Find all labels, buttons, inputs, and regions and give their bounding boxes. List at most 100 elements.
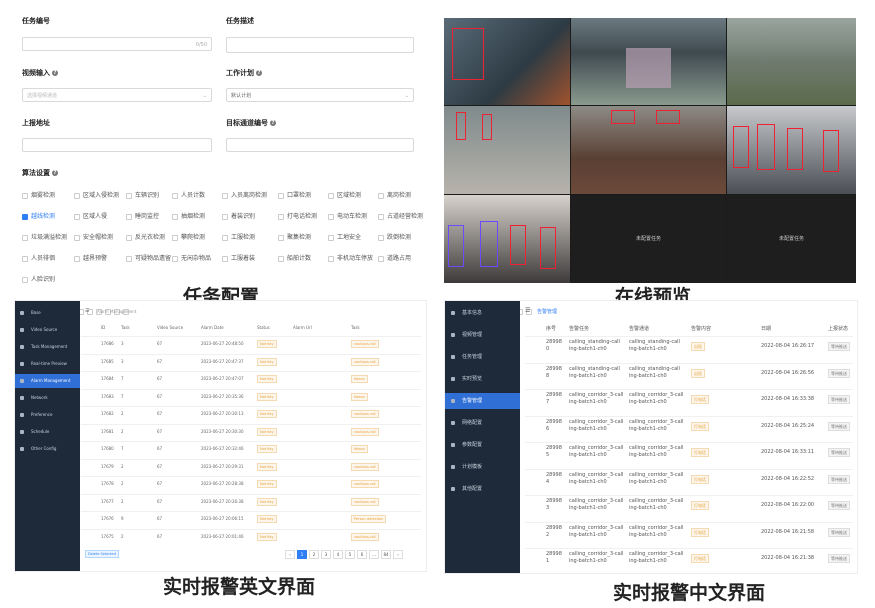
algo-checkbox[interactable]: 入员离岗检测 [222,190,267,199]
row-divider [81,493,421,495]
page-button[interactable]: 4 [333,550,343,559]
algo-checkbox[interactable]: 越线检测 [22,211,55,220]
sidebar-item[interactable]: Real-time Preview [15,357,80,371]
sidebar-item[interactable]: 任务管理 [445,349,520,365]
sidebar-item[interactable]: Preference [15,408,80,422]
page-button[interactable]: 5 [345,550,355,559]
sidebar-item[interactable]: Schedule [15,425,80,439]
sidebar-item[interactable]: 其他配置 [445,481,520,497]
algo-checkbox[interactable]: 区域入侵检测 [74,190,119,199]
algo-checkbox[interactable]: 打电话检测 [278,211,317,220]
alarm-date: 2022-08-04 16:25:24 [761,422,815,429]
algo-checkbox[interactable]: 工服着装 [222,253,255,262]
schedule-select[interactable]: 默认计划 ⌄ [226,88,414,102]
task-id-input[interactable]: 0/50 [22,37,212,51]
report-status-button[interactable]: 等待推送 [828,448,850,457]
video-cell-9[interactable]: 未配置任务 [727,195,856,283]
algo-checkbox[interactable]: 人员徘徊 [22,253,55,262]
algo-checkbox[interactable]: 区域检测 [328,190,361,199]
algo-checkbox[interactable]: 无闲杂物品 [172,253,211,262]
sidebar-item[interactable]: 网络配置 [445,415,520,431]
video-cell-7[interactable] [444,195,570,283]
algo-label: 跌倒检测 [387,234,412,241]
report-status-button[interactable]: 等待推送 [828,342,850,351]
sidebar-item[interactable]: Video Source [15,323,80,337]
nav-icon [451,355,455,359]
algo-checkbox[interactable]: 着装识别 [222,211,255,220]
sidebar-item[interactable]: 参数配置 [445,437,520,453]
task-badge: cautious-roll [351,497,379,506]
report-status-button[interactable]: 等待推送 [828,474,850,484]
alarm-content-badge: 打电话 [691,448,709,457]
report-status-button[interactable]: 等待推送 [828,554,850,563]
algo-checkbox[interactable]: 离岗检测 [378,190,411,199]
sidebar-item[interactable]: Base [15,306,80,320]
video-input-label: 视频输入? [22,69,58,77]
algo-checkbox[interactable]: 车辆识别 [126,190,159,199]
algo-checkbox[interactable]: 道路占用 [378,253,411,262]
report-addr-input[interactable] [22,138,212,152]
page-button[interactable]: … [369,550,379,559]
alarm-channel: calling_corridor_3-call ing-batch1-ch0 [629,524,684,538]
algo-checkbox[interactable]: 非机动车停放 [328,253,373,262]
sidebar-item[interactable]: Alarm Management [15,374,80,388]
alarm-id: 17676 [101,516,114,521]
task-desc-textarea[interactable] [226,37,414,53]
video-cell-5[interactable] [571,106,726,194]
page-button[interactable]: › [393,550,403,559]
algo-checkbox[interactable]: 睡岗监控 [126,211,159,220]
sidebar-item-label: 计划模板 [462,464,483,470]
algo-checkbox[interactable]: 攀爬检测 [172,232,205,241]
algo-checkbox[interactable]: 口罩检测 [278,190,311,199]
algo-checkbox[interactable]: 人员计数 [172,190,205,199]
page-button[interactable]: 6 [357,550,367,559]
report-status-button[interactable]: 等待推送 [828,527,850,537]
video-cell-6[interactable] [727,106,856,194]
menu-icon[interactable]: ☰ [525,307,530,314]
page-button[interactable]: 3 [321,550,331,559]
sidebar-item[interactable]: 基本信息 [445,305,520,321]
report-status-button[interactable]: 等待推送 [828,395,850,404]
video-cell-2[interactable] [571,18,726,105]
algo-checkbox[interactable]: 人脸识别 [22,274,55,283]
algo-checkbox[interactable]: 电动车检测 [328,211,367,220]
delete-selected-button[interactable]: Delete Selected [85,550,119,558]
algo-checkbox[interactable]: 可疑物品遗留 [126,253,171,262]
video-cell-3[interactable] [727,18,856,105]
algo-checkbox[interactable]: 占道经营检测 [378,211,423,220]
report-status-button[interactable]: 等待推送 [828,368,850,378]
sidebar-item[interactable]: Network [15,391,80,405]
sidebar-item-label: 实时预览 [462,376,483,382]
algo-checkbox[interactable]: 抽烟检测 [172,211,205,220]
algo-checkbox[interactable]: 越界预警 [74,253,107,262]
algo-checkbox[interactable]: 跌倒检测 [378,232,411,241]
detection-box [540,227,556,269]
sidebar-item[interactable]: 视频管理 [445,327,520,343]
algo-checkbox[interactable]: 垃圾满溢检测 [22,232,67,241]
video-input-select[interactable]: 选择视频通道 ⌄ [22,88,212,102]
algo-checkbox[interactable]: 船舶计数 [278,253,311,262]
video-cell-4[interactable] [444,106,570,194]
video-cell-8[interactable]: 未配置任务 [571,195,726,283]
sidebar-item[interactable]: Other Config [15,442,80,456]
algo-checkbox[interactable]: 聚集检测 [278,232,311,241]
sidebar-item[interactable]: 告警管理 [445,393,520,409]
sidebar-item[interactable]: 计划模板 [445,459,520,475]
page-button[interactable]: 2 [309,550,319,559]
algo-checkbox[interactable]: 区域人侵 [74,211,107,220]
sidebar-item[interactable]: 实时预览 [445,371,520,387]
algo-checkbox[interactable]: 烟雾检测 [22,190,55,199]
page-button[interactable]: 1 [297,550,307,559]
page-button[interactable]: 84 [381,550,391,559]
algo-checkbox[interactable]: 工服检测 [222,232,255,241]
sidebar-item[interactable]: Task Management [15,340,80,354]
report-status-button[interactable]: 等待推送 [828,501,850,510]
report-status-button[interactable]: 等待推送 [828,421,850,431]
algo-checkbox[interactable]: 工地安全 [328,232,361,241]
menu-icon[interactable]: ☰ [85,308,89,314]
target-channel-input[interactable] [226,138,414,152]
algo-checkbox[interactable]: 安全帽检测 [74,232,113,241]
page-button[interactable]: ‹ [285,550,295,559]
video-cell-1[interactable] [444,18,570,105]
algo-checkbox[interactable]: 反光衣检测 [126,232,165,241]
